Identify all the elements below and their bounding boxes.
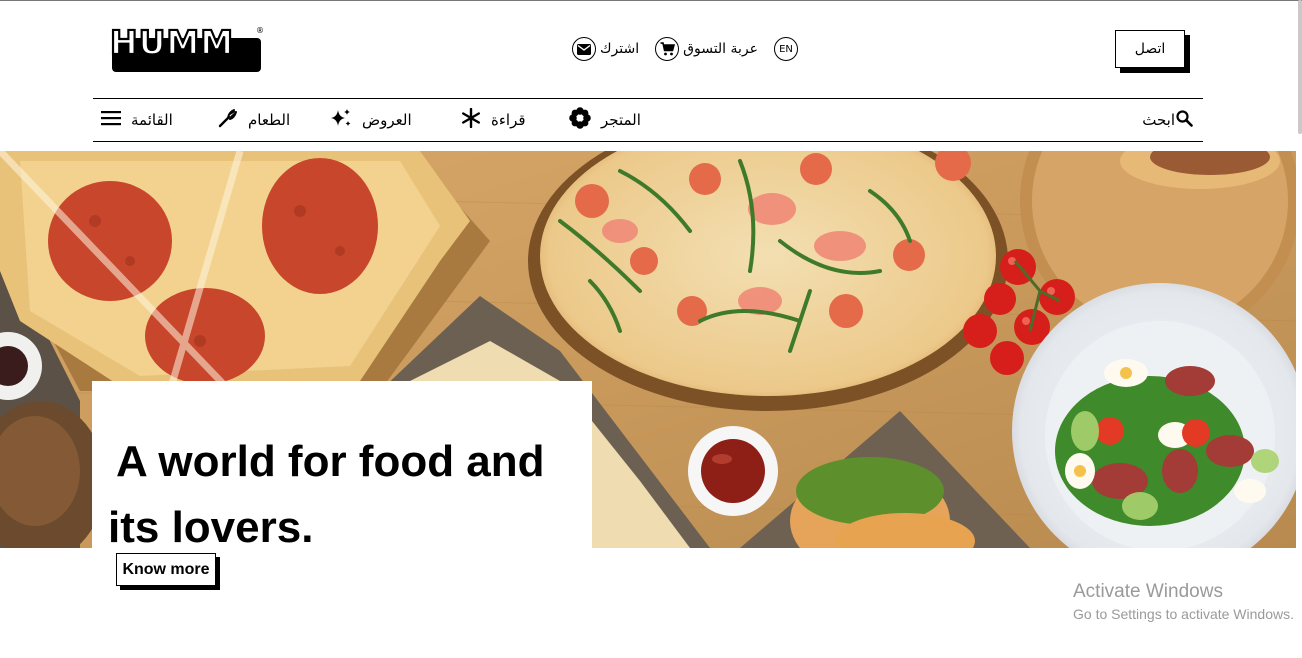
subscribe-label: اشترك	[600, 41, 640, 57]
hero-title-line-2: its lovers.	[108, 503, 314, 552]
hero-title-line-1: A world for food and	[116, 437, 545, 486]
sparkle-icon	[330, 108, 352, 132]
search-button[interactable]: ابحث	[1142, 108, 1193, 132]
search-icon	[1176, 109, 1193, 131]
nav-item-menu[interactable]: القائمة	[101, 108, 173, 132]
humm-logo[interactable]: HUMM ®	[109, 23, 266, 74]
flower-icon	[569, 107, 591, 133]
nav-item-offers-label: العروض	[362, 111, 412, 129]
search-label: ابحث	[1142, 111, 1175, 129]
fork-icon	[218, 108, 238, 132]
nav-item-reading[interactable]: قراءة	[461, 107, 526, 132]
nav-item-store[interactable]: المتجر	[569, 107, 641, 133]
hero-title: A world for food and its lovers.	[108, 429, 586, 561]
nav-item-food[interactable]: الطعام	[218, 108, 290, 132]
header-links: اشترك عربة التسوق EN	[572, 36, 799, 62]
nav-item-menu-label: القائمة	[131, 111, 173, 129]
asterisk-icon	[461, 107, 481, 132]
mail-icon	[572, 37, 596, 61]
nav-item-offers[interactable]: العروض	[330, 108, 412, 132]
nav-item-store-label: المتجر	[601, 111, 641, 129]
cart-label: عربة التسوق	[683, 41, 759, 57]
watermark-subtitle: Go to Settings to activate Windows.	[1073, 606, 1294, 622]
hero-text-card: A world for food and its lovers.	[92, 381, 592, 581]
main-nav: القائمة الطعام العروض قراءة المتجر ابحث	[93, 98, 1203, 142]
nav-item-food-label: الطعام	[248, 111, 291, 129]
know-more-button[interactable]: Know more	[116, 553, 216, 586]
hamburger-icon	[101, 110, 121, 130]
window-top-border	[0, 0, 1302, 1]
logo-registered-mark: ®	[256, 26, 264, 35]
language-code: EN	[774, 37, 799, 61]
subscribe-link[interactable]: اشترك	[572, 37, 639, 61]
connect-button[interactable]: اتصل	[1115, 30, 1185, 68]
activate-windows-watermark: Activate Windows Go to Settings to activ…	[1073, 580, 1294, 624]
watermark-title: Activate Windows	[1073, 581, 1223, 602]
scrollbar-thumb[interactable]	[1298, 0, 1302, 134]
logo-text: HUMM	[109, 23, 235, 62]
cart-icon	[655, 37, 680, 61]
cart-link[interactable]: عربة التسوق	[655, 37, 758, 61]
language-switch[interactable]: EN	[774, 37, 799, 61]
nav-item-reading-label: قراءة	[491, 111, 526, 129]
